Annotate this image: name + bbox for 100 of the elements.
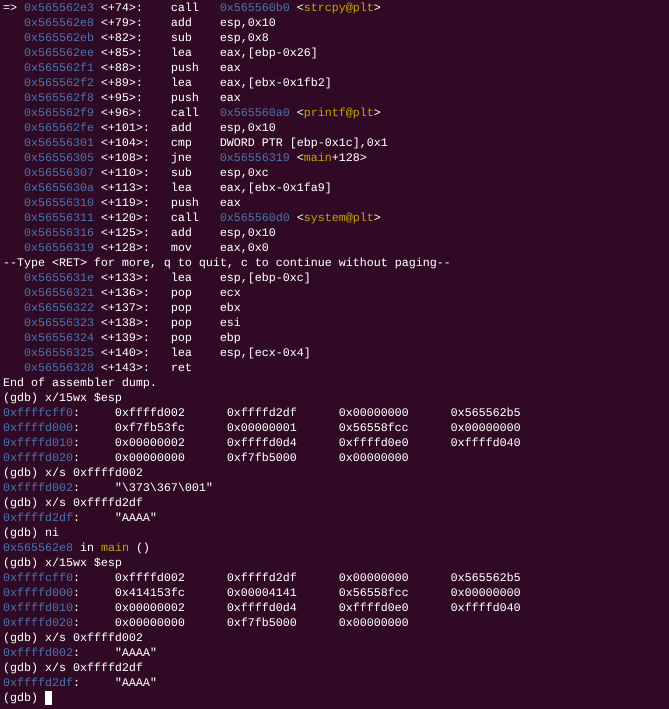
instruction-operand: DWORD PTR [ebp-0x1c],0x1 [220,136,388,151]
instruction-operand: esi [220,316,241,331]
instruction-mnemonic: pop [170,301,192,316]
instruction-address: 0x565562f2 [24,76,94,91]
instruction-offset: <+113>: [100,181,150,196]
memory-value: "AAAA" [114,676,157,691]
instruction-offset: <+85>: [100,46,143,61]
instruction-mnemonic: jne [170,151,192,166]
memory-address: 0xffffcff0: [3,571,80,586]
memory-address: 0xffffd2df: [3,511,80,526]
instruction-offset: <+74>: [100,1,143,16]
instruction-address: 0x5655630a [24,181,94,196]
output-line: End of assembler dump. [3,376,157,391]
output-line: --Type <RET> for more, q to quit, c to continue without paging-- [3,256,451,271]
memory-value: "\373\367\001" [114,481,213,496]
memory-value: 0xffffd002 [114,571,185,586]
memory-value: 0x414153fc [114,586,185,601]
instruction-offset: <+137>: [100,301,150,316]
instruction-mnemonic: cmp [170,136,192,151]
memory-address: 0xffffd020: [3,616,80,631]
instruction-address: 0x565562f1 [24,61,94,76]
instruction-operand: ebx [220,301,241,316]
instruction-mnemonic: push [170,91,199,106]
instruction-address: 0x56556324 [24,331,94,346]
instruction-mnemonic: lea [170,271,192,286]
command-line: (gdb) x/15wx $esp [3,391,122,406]
instruction-operand: esp,0xc [220,166,269,181]
memory-value: 0xffffd0d4 [226,601,297,616]
instruction-operand: eax,[ebx-0x1fb2] [220,76,332,91]
instruction-address: 0x565562eb [24,31,94,46]
instruction-mnemonic: mov [170,241,192,256]
memory-address: 0xffffd020: [3,451,80,466]
instruction-address: 0x565562e3 [24,1,94,16]
command-line: (gdb) x/15wx $esp [3,556,122,571]
instruction-address: 0x56556325 [24,346,94,361]
instruction-offset: <+79>: [100,16,143,31]
function-symbol: <strcpy@plt> [296,1,381,16]
command-line: (gdb) x/s 0xffffd002 [3,631,143,646]
memory-value: 0x00000000 [114,616,185,631]
instruction-offset: <+95>: [100,91,143,106]
instruction-operand: eax,[ebp-0x26] [220,46,318,61]
instruction-offset: <+110>: [100,166,150,181]
instruction-operand: esp,[ebp-0xc] [220,271,311,286]
instruction-offset: <+101>: [100,121,150,136]
instruction-operand: esp,[ecx-0x4] [220,346,311,361]
memory-value: 0xffffd002 [114,406,185,421]
memory-value: 0xffffd0e0 [338,601,409,616]
command-line: (gdb) x/s 0xffffd2df [3,496,143,511]
instruction-offset: <+139>: [100,331,150,346]
memory-value: 0xf7fb53fc [114,421,185,436]
target-address: 0x565560b0 [220,1,290,16]
instruction-address: 0x56556316 [24,226,94,241]
instruction-mnemonic: lea [170,181,192,196]
memory-value: 0x565562b5 [450,571,521,586]
command-line: (gdb) ni [3,526,59,541]
target-address: 0x565560d0 [220,211,290,226]
instruction-operand: eax,0x0 [220,241,269,256]
instruction-address: 0x565562f8 [24,91,94,106]
command-line: (gdb) x/s 0xffffd002 [3,466,143,481]
memory-value: 0xf7fb5000 [226,616,297,631]
instruction-address: 0x56556328 [24,361,94,376]
frame-line: 0x565562e8 in main () [3,541,150,556]
memory-value: 0xffffd0e0 [338,436,409,451]
memory-address: 0xffffd2df: [3,676,80,691]
instruction-mnemonic: add [170,226,192,241]
function-symbol: <printf@plt> [296,106,381,121]
memory-value: 0xf7fb5000 [226,451,297,466]
target-address: 0x56556319 [220,151,290,166]
instruction-operand: esp,0x10 [220,121,276,136]
current-instruction-marker: => [3,1,17,16]
target-address: 0x565560a0 [220,106,290,121]
memory-value: "AAAA" [114,646,157,661]
memory-address: 0xffffd002: [3,646,80,661]
instruction-mnemonic: ret [170,361,192,376]
instruction-offset: <+125>: [100,226,150,241]
instruction-operand: esp,0x8 [220,31,269,46]
instruction-address: 0x565562ee [24,46,94,61]
instruction-operand: esp,0x10 [220,16,276,31]
instruction-address: 0x56556311 [24,211,94,226]
memory-value: 0x00000000 [450,586,521,601]
instruction-mnemonic: pop [170,316,192,331]
instruction-offset: <+88>: [100,61,143,76]
memory-value: 0x00000000 [338,451,409,466]
memory-address: 0xffffd010: [3,436,80,451]
memory-address: 0xffffd000: [3,421,80,436]
instruction-operand: ebp [220,331,241,346]
instruction-address: 0x56556323 [24,316,94,331]
memory-value: 0x00004141 [226,586,297,601]
memory-value: 0x56558fcc [338,586,409,601]
instruction-mnemonic: add [170,16,192,31]
instruction-address: 0x5655631e [24,271,94,286]
instruction-offset: <+82>: [100,31,143,46]
memory-value: 0xffffd2df [226,571,297,586]
instruction-address: 0x56556301 [24,136,94,151]
instruction-mnemonic: call [170,1,199,16]
memory-value: 0x00000002 [114,601,185,616]
instruction-address: 0x565562f9 [24,106,94,121]
instruction-offset: <+133>: [100,271,150,286]
memory-value: 0x00000002 [114,436,185,451]
instruction-mnemonic: lea [170,76,192,91]
